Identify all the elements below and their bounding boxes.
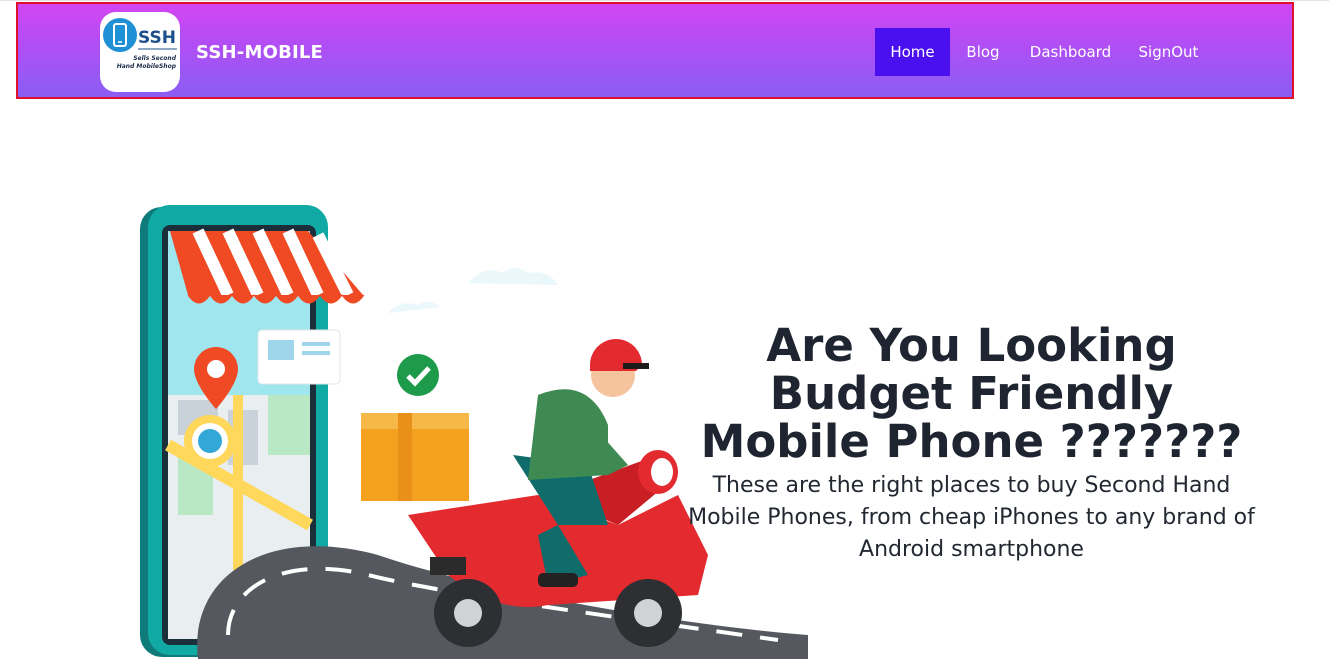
- hero-text: Are You Looking Budget Friendly Mobile P…: [680, 322, 1263, 566]
- logo[interactable]: SSH Sells Second Hand MobileShop: [100, 12, 180, 92]
- brand-name[interactable]: SSH-MOBILE: [196, 42, 323, 63]
- navbar: SSH Sells Second Hand MobileShop SSH-MOB…: [16, 2, 1294, 99]
- hero-description: These are the right places to buy Second…: [688, 473, 1255, 562]
- top-divider: [0, 0, 1329, 1]
- logo-graphic: SSH Sells Second Hand MobileShop: [103, 18, 177, 70]
- logo-tagline-2: Hand MobileShop: [117, 63, 177, 70]
- nav-blog[interactable]: Blog: [958, 28, 1008, 76]
- hero-title: Are You Looking Budget Friendly Mobile P…: [700, 319, 1243, 468]
- nav-signout[interactable]: SignOut: [1131, 28, 1206, 76]
- nav-dashboard[interactable]: Dashboard: [1023, 28, 1118, 76]
- logo-title: SSH: [138, 28, 176, 48]
- logo-tagline-1: Sells Second: [133, 55, 177, 62]
- nav-home[interactable]: Home: [875, 28, 950, 76]
